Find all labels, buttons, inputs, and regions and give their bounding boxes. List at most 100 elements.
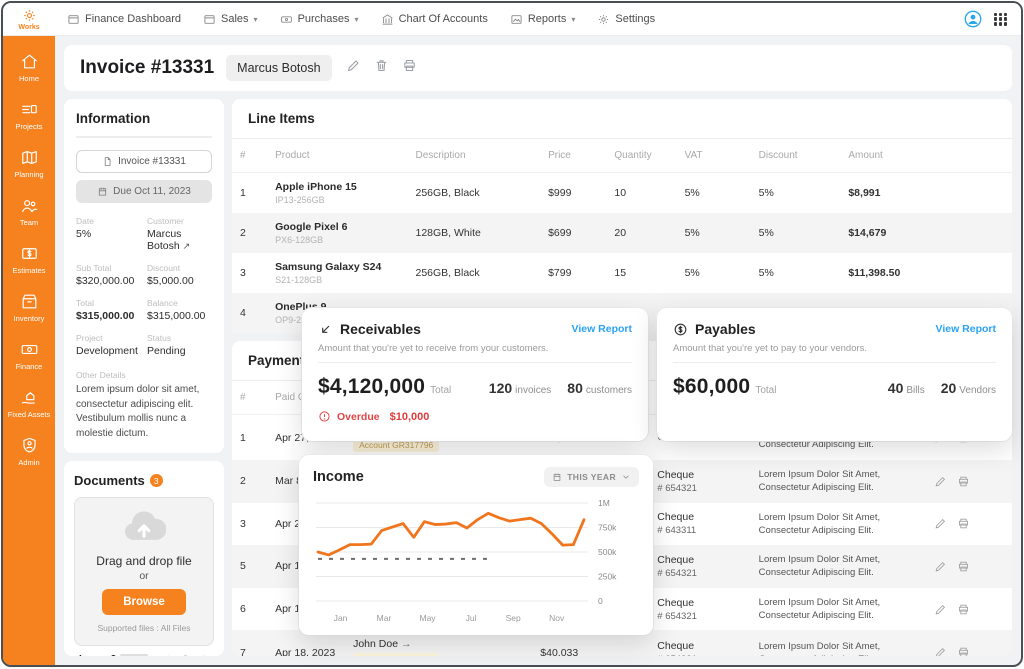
col-num: # [232,381,267,415]
line-item-row[interactable]: 2 Google Pixel 6PX6-128GB 128GB, White $… [232,213,1012,253]
left-sidebar: Home Projects Planning Team Estimates In… [3,36,55,665]
nav-purchases[interactable]: Purchases ▾ [280,13,359,26]
field-customer[interactable]: CustomerMarcus Botosh ↗ [147,216,212,252]
dollar-circle-icon [673,322,688,337]
sales-icon [203,13,216,26]
payables-view-report-link[interactable]: View Report [936,323,997,335]
vendors-label: Vendors [959,385,996,396]
arrow-southwest-icon [318,322,333,337]
inventory-icon [20,292,39,311]
file-dropzone[interactable]: Drag and drop file or Browse Supported f… [74,497,214,646]
sidebar-item-projects[interactable]: Projects [3,96,55,135]
overdue-status: Overdue $10,000 [318,410,632,423]
print-payment-button[interactable] [957,603,970,616]
nav-finance-dashboard[interactable]: Finance Dashboard [67,13,181,26]
edit-payment-button[interactable] [934,603,947,616]
line-item-row[interactable]: 1 Apple iPhone 15IP13-256GB 256GB, Black… [232,173,1012,214]
edit-invoice-button[interactable] [346,58,361,78]
user-avatar[interactable] [964,10,982,28]
sidebar-item-planning[interactable]: Planning [3,144,55,183]
svg-text:250k: 250k [598,572,617,582]
field-date: Date5% [76,216,141,252]
nav-label: Chart Of Accounts [399,13,488,25]
edit-payment-button[interactable] [934,517,947,530]
col-description: Description [407,139,540,173]
receivables-desc: Amount that you're yet to receive from y… [318,343,632,363]
delete-invoice-button[interactable] [374,58,389,78]
col-price: Price [540,139,606,173]
nav-settings[interactable]: Settings [597,13,655,26]
print-invoice-button[interactable] [402,58,417,78]
sidebar-item-inventory[interactable]: Inventory [3,288,55,327]
sidebar-label: Team [20,218,38,227]
sidebar-label: Home [19,74,39,83]
edit-payment-button[interactable] [934,560,947,573]
line-item-row[interactable]: 3 Samsung Galaxy S24S21-128GB 256GB, Bla… [232,253,1012,293]
alert-circle-icon [318,410,331,423]
dropzone-or: or [81,570,207,582]
account-badge: Account GR317796 [353,653,439,656]
nav-reports[interactable]: Reports ▾ [510,13,576,26]
field-balance: Balance$315,000.00 [147,298,212,322]
field-status: StatusPending [147,333,212,357]
projects-icon [20,100,39,119]
line-items-panel: Line Items # Product Description Price Q… [232,99,1012,333]
sidebar-label: Admin [18,458,39,467]
receivables-view-report-link[interactable]: View Report [572,323,633,335]
document-list-item[interactable]: Image 2TAG1 Lorem Ipsum Dolor Sit Amet, … [74,646,214,656]
due-date-button[interactable]: Due Oct 11, 2023 [76,180,212,203]
sidebar-item-fixed-assets[interactable]: Fixed Assets [3,384,55,423]
other-details: Other Details Lorem ipsum dolor sit amet… [76,370,212,441]
print-payment-button[interactable] [957,646,970,656]
line-items-title: Line Items [232,99,1012,139]
browse-button[interactable]: Browse [102,589,186,615]
invoices-label: invoices [515,385,551,396]
edit-payment-button[interactable] [934,475,947,488]
print-payment-button[interactable] [957,517,970,530]
sidebar-item-team[interactable]: Team [3,192,55,231]
receivables-card: Receivables View Report Amount that you'… [302,308,648,441]
invoice-number-button[interactable]: Invoice #13331 [76,150,212,173]
admin-icon [20,436,39,455]
top-navbar: Works Finance Dashboard Sales ▾ Purchase… [3,3,1021,36]
chevron-down-icon [621,472,631,482]
svg-text:1M: 1M [598,498,610,508]
due-date-label: Due Oct 11, 2023 [113,186,191,197]
logo-text: Works [18,24,39,31]
print-payment-button[interactable] [957,475,970,488]
sidebar-item-admin[interactable]: Admin [3,432,55,471]
settings-icon [597,13,610,26]
app-logo[interactable]: Works [3,3,55,36]
sidebar-item-home[interactable]: Home [3,48,55,87]
vendors-count: 20 [941,380,957,396]
overdue-label: Overdue [337,411,380,423]
nav-label: Finance Dashboard [85,13,181,25]
sidebar-item-estimates[interactable]: Estimates [3,240,55,279]
download-document-button[interactable] [199,654,210,656]
customers-label: customers [586,385,632,396]
print-payment-button[interactable] [957,560,970,573]
receivables-title: Receivables [340,321,421,337]
sidebar-item-finance[interactable]: Finance [3,336,55,375]
edit-payment-button[interactable] [934,646,947,656]
payables-desc: Amount that you're yet to pay to your ve… [673,343,996,363]
document-name: Image 2 [79,654,116,656]
period-selector[interactable]: THIS YEAR [544,467,639,487]
svg-text:Jan: Jan [334,613,348,623]
payables-title: Payables [695,321,756,337]
nav-sales[interactable]: Sales ▾ [203,13,258,26]
calendar-icon [552,472,562,482]
customer-badge[interactable]: Marcus Botosh [226,55,331,81]
dashboard-icon [67,13,80,26]
apps-grid-icon[interactable] [994,13,1007,26]
field-discount: Discount$5,000.00 [147,263,212,287]
nav-chart-of-accounts[interactable]: Chart Of Accounts [381,13,488,26]
svg-text:0: 0 [598,596,603,606]
delete-document-button[interactable] [180,654,191,656]
col-quantity: Quantity [606,139,676,173]
income-title: Income [313,469,364,485]
document-tag-badge: TAG1 [120,654,147,656]
edit-document-button[interactable] [161,654,172,656]
invoices-count: 120 [489,380,512,396]
field-total: Total$315,000.00 [76,298,141,322]
